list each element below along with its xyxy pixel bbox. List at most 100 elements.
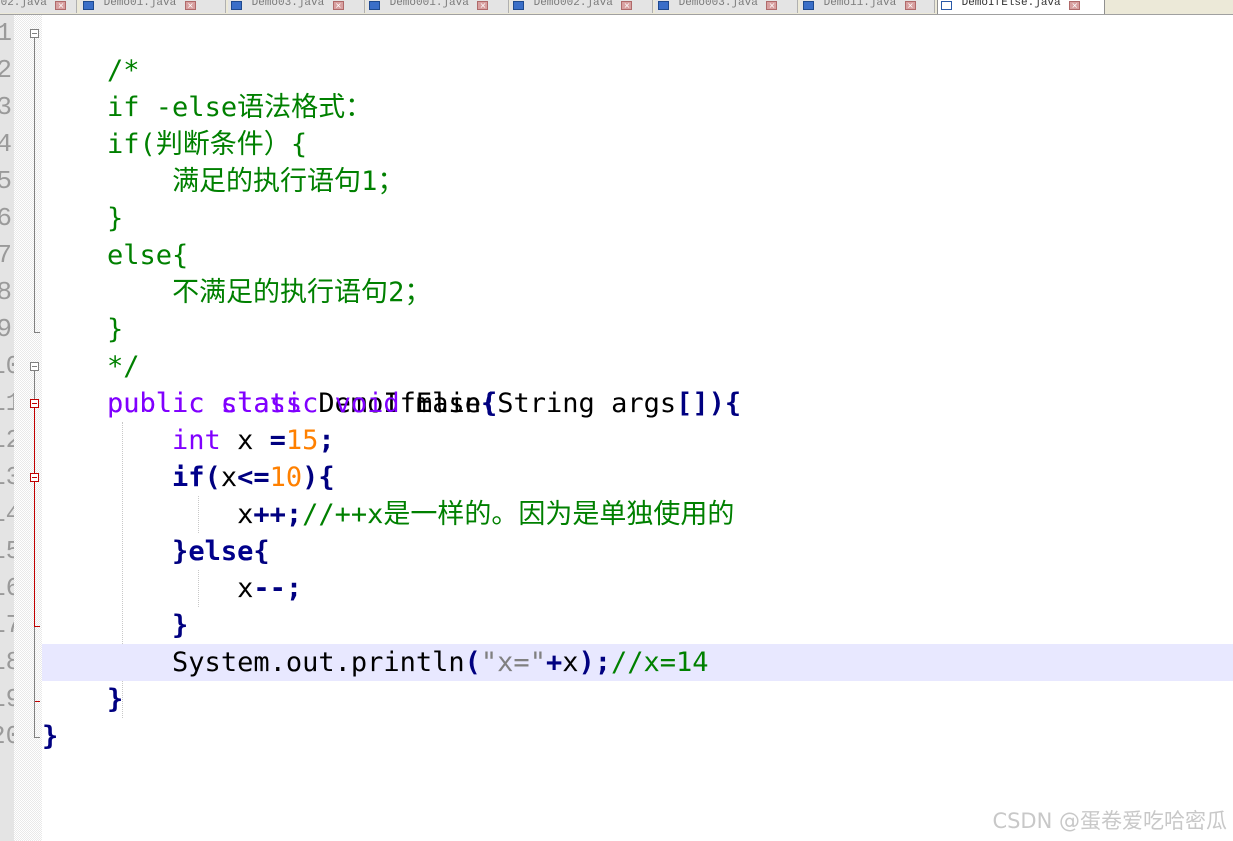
fold-end-marker [34,332,40,333]
method-call: System.out.println [172,647,465,678]
brace: { [253,536,270,567]
string-literal: "x=" [480,647,546,678]
watermark: CSDN @蛋卷爱吃哈密瓜 [992,809,1227,833]
code-line[interactable]: x++;//++x是一样的。因为是单独使用的 [42,496,1233,533]
code-line[interactable]: } [42,681,1233,718]
code-line[interactable]: else{ [42,200,1233,271]
close-icon[interactable]: × [184,1,196,10]
code-editor[interactable]: /* if -else语法格式： if(判断条件）{ 满足的执行语句1； } e… [42,15,1233,841]
keyword: void [334,388,400,419]
tab-label: Demo003.java [678,0,758,9]
paren: ( [464,647,481,678]
tab-label: Demo01.java [103,0,177,9]
current-code-line[interactable]: System.out.println("x="+x);//x=14 [42,644,1233,681]
bracket: []) [676,388,725,419]
tab-demo001[interactable]: Demo001.java × [366,0,509,13]
close-icon[interactable]: × [766,1,778,10]
java-file-icon [803,1,814,10]
variable: x [562,647,579,678]
tab-demo003[interactable]: Demo003.java × [655,0,798,13]
close-icon[interactable]: × [477,1,489,10]
keyword: int [172,425,221,456]
line-number: 10 [0,351,14,381]
code-line[interactable]: if -else语法格式： [42,52,1233,123]
paren: ) [302,462,319,493]
brace: } [172,536,189,567]
operator: = [269,425,286,456]
tab-o02[interactable]: o02.java × [0,0,77,13]
comment-text: //x=14 [611,647,709,678]
line-number: 20 [0,721,14,751]
tab-demo11[interactable]: Demo11.java × [800,0,935,13]
code-line[interactable]: x--; [42,570,1233,607]
code-line[interactable]: /* [42,15,1233,86]
line-number: 18 [0,647,14,677]
code-line[interactable]: public static void main(String args[]){ [42,385,1233,422]
java-file-icon [83,1,94,10]
fold-line [34,38,35,332]
code-line[interactable]: } [42,274,1233,345]
operator: ++ [253,499,286,530]
operator: <= [237,462,270,493]
close-icon[interactable]: × [332,1,344,10]
close-icon[interactable]: × [55,1,67,10]
code-line[interactable]: if(判断条件）{ [42,89,1233,160]
close-icon[interactable]: × [621,1,633,10]
fold-toggle-icon[interactable] [30,29,39,38]
fold-toggle-icon[interactable] [30,362,39,371]
line-number: 19 [0,684,14,714]
keyword: public [107,388,205,419]
line-number: 12 [0,425,14,455]
variable: x [237,425,254,456]
java-file-icon [941,1,952,10]
fold-toggle-icon[interactable] [30,399,39,408]
tab-demoifelse[interactable]: DemoIfElse.java × [937,0,1105,14]
code-line[interactable]: */ [42,311,1233,382]
operator: -- [253,573,286,604]
code-line[interactable]: } [42,607,1233,644]
line-number: 5 [0,166,12,196]
java-file-icon [369,1,380,10]
keyword: else [188,536,254,567]
code-line[interactable]: }else{ [42,533,1233,570]
line-number: 16 [0,573,14,603]
code-line[interactable]: } [42,163,1233,234]
code-line[interactable]: } [42,718,1233,755]
number: 10 [269,462,303,493]
tab-label: o02.java [0,0,47,9]
semicolon: ; [285,573,303,604]
code-line[interactable]: 满足的执行语句1； [42,126,1233,197]
method-name: main [415,388,481,419]
line-number: 13 [0,462,14,492]
code-line[interactable]: int x =15; [42,422,1233,459]
code-line[interactable]: public class DemoIfElse{ [42,348,1233,419]
keyword: static [220,388,319,419]
variable: x [237,499,254,530]
java-file-icon [513,1,524,10]
line-number: 2 [0,55,12,85]
tab-label: DemoIfElse.java [961,0,1061,9]
close-icon[interactable]: × [904,1,916,10]
line-number: 15 [0,536,14,566]
semicolon: ; [285,499,303,530]
close-icon[interactable]: × [1069,1,1081,10]
tab-demo01[interactable]: Demo01.java × [80,0,226,13]
fold-line [34,371,35,399]
java-file-icon [658,1,669,10]
fold-line [34,408,35,473]
tab-demo03[interactable]: Demo03.java × [228,0,365,13]
variable: x [220,462,238,493]
tab-label: Demo001.java [389,0,469,9]
operator: + [545,647,563,678]
code-line[interactable]: 不满足的执行语句2； [42,237,1233,308]
code-line[interactable]: if(x<=10){ [42,459,1233,496]
line-number: 14 [0,499,14,529]
tab-demo002[interactable]: Demo002.java × [510,0,653,13]
line-number: 11 [0,388,14,418]
semicolon: ; [594,647,612,678]
fold-toggle-icon[interactable] [30,473,39,482]
fold-end-marker [34,737,40,738]
line-number: 4 [0,129,12,159]
line-number-gutter: 1 2 3 4 5 6 7 8 9 10 11 12 13 14 15 16 1… [0,15,14,841]
param-name: args [611,388,677,419]
